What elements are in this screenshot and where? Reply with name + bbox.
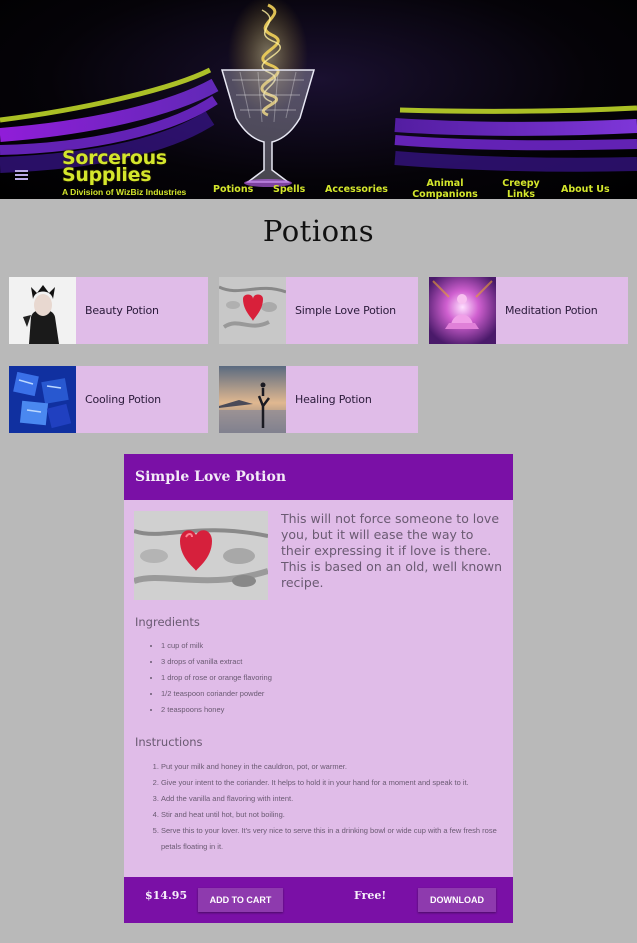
- ingredients-heading: Ingredients: [135, 615, 200, 629]
- healing-potion-thumbnail: [219, 366, 286, 433]
- product-card-label: Cooling Potion: [85, 393, 161, 406]
- simple-love-potion-thumbnail: [219, 277, 286, 344]
- instructions-list: Put your milk and honey in the cauldron,…: [135, 759, 506, 855]
- instructions-heading: Instructions: [135, 735, 203, 749]
- list-item: 1/2 teaspoon coriander powder: [161, 686, 272, 702]
- product-card-simple-love-potion[interactable]: Simple Love Potion: [219, 277, 418, 344]
- product-card-beauty-potion[interactable]: Beauty Potion: [9, 277, 208, 344]
- product-detail-title: Simple Love Potion: [124, 454, 513, 500]
- brand-subtitle: A Division of WizBiz Industries: [62, 187, 187, 197]
- nav-item-accessories[interactable]: Accessories: [325, 184, 388, 195]
- list-item: Give your intent to the coriander. It he…: [161, 775, 506, 791]
- meditation-potion-thumbnail: [429, 277, 496, 344]
- nav-item-potions[interactable]: Potions: [213, 184, 253, 195]
- product-card-cooling-potion[interactable]: Cooling Potion: [9, 366, 208, 433]
- product-card-meditation-potion[interactable]: Meditation Potion: [429, 277, 628, 344]
- product-detail-image: [134, 511, 268, 600]
- product-card-label: Healing Potion: [295, 393, 372, 406]
- page-title: Potions: [262, 214, 375, 248]
- price: $14.95: [145, 889, 188, 902]
- product-card-label: Meditation Potion: [505, 304, 598, 317]
- product-card-label: Simple Love Potion: [295, 304, 396, 317]
- nav-item-spells[interactable]: Spells: [273, 184, 305, 195]
- ingredients-list: 1 cup of milk 3 drops of vanilla extract…: [135, 638, 272, 718]
- nav-item-animal-companions[interactable]: Animal Companions: [412, 178, 478, 199]
- beauty-potion-thumbnail: [9, 277, 76, 344]
- list-item: Add the vanilla and flavoring with inten…: [161, 791, 506, 807]
- brand[interactable]: Sorcerous Supplies A Division of WizBiz …: [62, 147, 187, 198]
- product-detail-footer: $14.95 ADD TO CART Free! DOWNLOAD: [124, 877, 513, 923]
- list-item: Stir and heat until hot, but not boiling…: [161, 807, 506, 823]
- list-item: 1 drop of rose or orange flavoring: [161, 670, 272, 686]
- nav-item-about-us[interactable]: About Us: [561, 184, 610, 195]
- menu-icon[interactable]: [15, 170, 28, 180]
- brand-title: Sorcerous Supplies: [62, 147, 167, 186]
- list-item: 3 drops of vanilla extract: [161, 654, 272, 670]
- cooling-potion-thumbnail: [9, 366, 76, 433]
- download-button[interactable]: DOWNLOAD: [418, 888, 496, 912]
- product-card-label: Beauty Potion: [85, 304, 159, 317]
- list-item: Put your milk and honey in the cauldron,…: [161, 759, 506, 775]
- list-item: Serve this to your lover. It's very nice…: [161, 823, 506, 855]
- list-item: 2 teaspoons honey: [161, 702, 272, 718]
- nav-item-creepy-links[interactable]: Creepy Links: [500, 178, 542, 199]
- product-description: This will not force someone to love you,…: [281, 511, 503, 590]
- add-to-cart-button[interactable]: ADD TO CART: [198, 888, 283, 912]
- site-header: Sorcerous Supplies A Division of WizBiz …: [0, 0, 637, 199]
- free-label: Free!: [354, 889, 387, 902]
- product-detail-panel: Simple Love Potion This will not force s…: [124, 454, 513, 923]
- list-item: 1 cup of milk: [161, 638, 272, 654]
- product-card-healing-potion[interactable]: Healing Potion: [219, 366, 418, 433]
